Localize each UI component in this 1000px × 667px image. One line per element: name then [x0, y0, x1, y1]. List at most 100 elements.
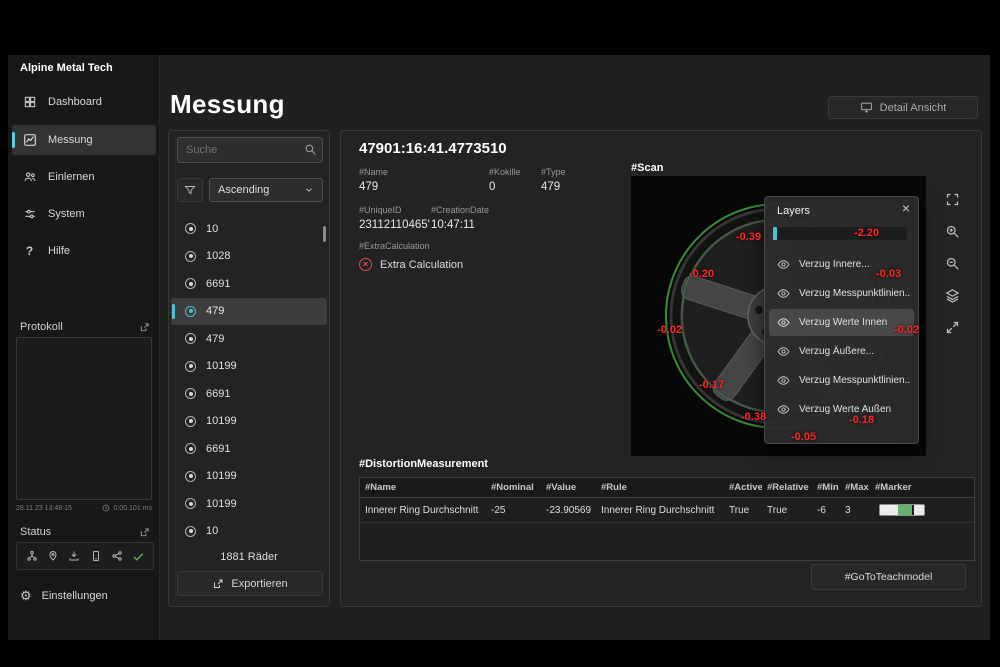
sidebar-item-label: System — [48, 208, 85, 220]
measurement-list: 10 1028 6691 479 479 10199 6691 10199 66… — [171, 215, 327, 545]
external-link-icon[interactable] — [139, 322, 150, 333]
resize-button[interactable] — [941, 315, 963, 339]
settings-button[interactable]: ⚙ Einstellungen — [20, 589, 108, 602]
list-item[interactable]: 1028 — [171, 243, 327, 271]
eye-icon[interactable] — [777, 287, 790, 300]
list-item-selected[interactable]: 479 — [171, 298, 327, 326]
layer-item[interactable]: Verzug Messpunktlinien.. — [769, 367, 914, 394]
sidebar-item-dashboard[interactable]: Dashboard — [12, 87, 156, 117]
column-header[interactable]: #Rule — [596, 482, 724, 493]
layer-item-highlighted[interactable]: Verzug Werte Innen — [769, 309, 914, 336]
layer-label: Verzug Werte Außen — [799, 404, 891, 415]
detail-view-button[interactable]: Detail Ansicht — [828, 96, 978, 119]
list-scrollbar-thumb[interactable] — [323, 226, 326, 242]
scan-annotation: -0.02 — [894, 324, 919, 336]
zoom-in-button[interactable] — [941, 219, 963, 243]
list-item[interactable]: 479 — [171, 325, 327, 353]
app-window: Alpine Metal Tech Dashboard Messung Einl… — [8, 55, 990, 640]
measurement-detail-panel: 47901:16:41.4773510 #Name 479 #Kokille 0… — [340, 130, 982, 607]
layers-button[interactable] — [941, 283, 963, 307]
field-creation-date: #CreationDate 10:47:11 — [431, 205, 489, 231]
fullscreen-button[interactable] — [941, 187, 963, 211]
sidebar-item-einlernen[interactable]: Einlernen — [12, 162, 156, 192]
column-header[interactable]: #Marker — [870, 482, 974, 493]
eye-icon[interactable] — [777, 374, 790, 387]
radio-icon — [185, 251, 196, 262]
layer-item[interactable]: Verzug Werte Außen — [769, 396, 914, 423]
list-item-label: 10199 — [206, 498, 237, 510]
radio-icon — [185, 361, 196, 372]
sidebar-item-messung[interactable]: Messung — [12, 125, 156, 155]
clock-icon — [102, 504, 110, 512]
cell-name: Innerer Ring Durchschnitt — [360, 505, 486, 516]
export-button[interactable]: Exportieren — [177, 571, 323, 596]
column-header[interactable]: #Min — [812, 482, 840, 493]
error-circle-x-icon: × — [359, 258, 372, 271]
extra-calculation-label: Extra Calculation — [380, 259, 463, 271]
column-header[interactable]: #Name — [360, 482, 486, 493]
scan-toolbar — [939, 187, 965, 339]
layer-item[interactable]: Verzug Äußere... — [769, 338, 914, 365]
radio-icon — [185, 333, 196, 344]
list-item[interactable]: 10199 — [171, 353, 327, 381]
cell-min: -6 — [812, 505, 840, 516]
eye-icon[interactable] — [777, 345, 790, 358]
marker-value-tick — [912, 505, 914, 515]
sidebar-item-label: Messung — [48, 134, 93, 146]
location-pin-icon[interactable] — [46, 549, 60, 563]
layers-opacity-slider[interactable] — [773, 227, 907, 240]
list-item[interactable]: 10 — [171, 215, 327, 243]
list-item[interactable]: 10199 — [171, 408, 327, 436]
app-title: Alpine Metal Tech — [20, 62, 113, 74]
column-header[interactable]: #Value — [541, 482, 596, 493]
filter-button[interactable] — [177, 178, 203, 202]
settings-label: Einstellungen — [42, 590, 108, 602]
table-row[interactable]: Innerer Ring Durchschnitt -25 -23.90569 … — [360, 498, 974, 523]
list-item[interactable]: 6691 — [171, 435, 327, 463]
download-icon[interactable] — [67, 549, 81, 563]
protokoll-log-area[interactable] — [16, 337, 152, 500]
sort-order-dropdown[interactable]: Ascending — [209, 178, 323, 202]
zoom-out-button[interactable] — [941, 251, 963, 275]
layer-item[interactable]: Verzug Messpunktlinien.. — [769, 280, 914, 307]
close-icon[interactable]: × — [902, 200, 910, 216]
scan-annotation: -0.38 — [741, 411, 766, 423]
column-header[interactable]: #Nominal — [486, 482, 541, 493]
list-item[interactable]: 6691 — [171, 380, 327, 408]
device-icon[interactable] — [89, 549, 103, 563]
list-item[interactable]: 10 — [171, 518, 327, 546]
list-item[interactable]: 10199 — [171, 463, 327, 491]
protokoll-section-header: Protokoll — [20, 321, 150, 333]
list-item-label: 479 — [206, 333, 224, 345]
radio-icon — [185, 223, 196, 234]
radio-icon — [185, 443, 196, 454]
external-link-icon[interactable] — [139, 527, 150, 538]
column-header[interactable]: #Relative — [762, 482, 812, 493]
list-item[interactable]: 10199 — [171, 490, 327, 518]
field-type: #Type 479 — [541, 167, 566, 193]
eye-icon[interactable] — [777, 258, 790, 271]
list-item-label: 10 — [206, 223, 218, 235]
list-item-label: 6691 — [206, 443, 230, 455]
list-item-label: 10199 — [206, 470, 237, 482]
network-icon[interactable] — [110, 549, 124, 563]
cell-relative: True — [762, 505, 812, 516]
eye-icon[interactable] — [777, 403, 790, 416]
column-header[interactable]: #Active — [724, 482, 762, 493]
check-icon[interactable] — [131, 549, 145, 563]
radio-icon — [185, 498, 196, 509]
list-item[interactable]: 6691 — [171, 270, 327, 298]
cell-marker — [870, 504, 974, 516]
slider-handle[interactable] — [773, 227, 777, 240]
sidebar-item-hilfe[interactable]: ? Hilfe — [12, 236, 156, 266]
column-header[interactable]: #Max — [840, 482, 870, 493]
eye-icon[interactable] — [777, 316, 790, 329]
goto-teachmodel-button[interactable]: #GoToTeachmodel — [811, 564, 966, 590]
layers-icon — [945, 288, 960, 303]
protokoll-label: Protokoll — [20, 321, 63, 333]
sidebar-item-system[interactable]: System — [12, 199, 156, 229]
monitor-icon — [860, 101, 873, 114]
dashboard-icon — [22, 95, 37, 110]
search-input[interactable] — [177, 137, 323, 163]
workflow-icon[interactable] — [25, 549, 39, 563]
